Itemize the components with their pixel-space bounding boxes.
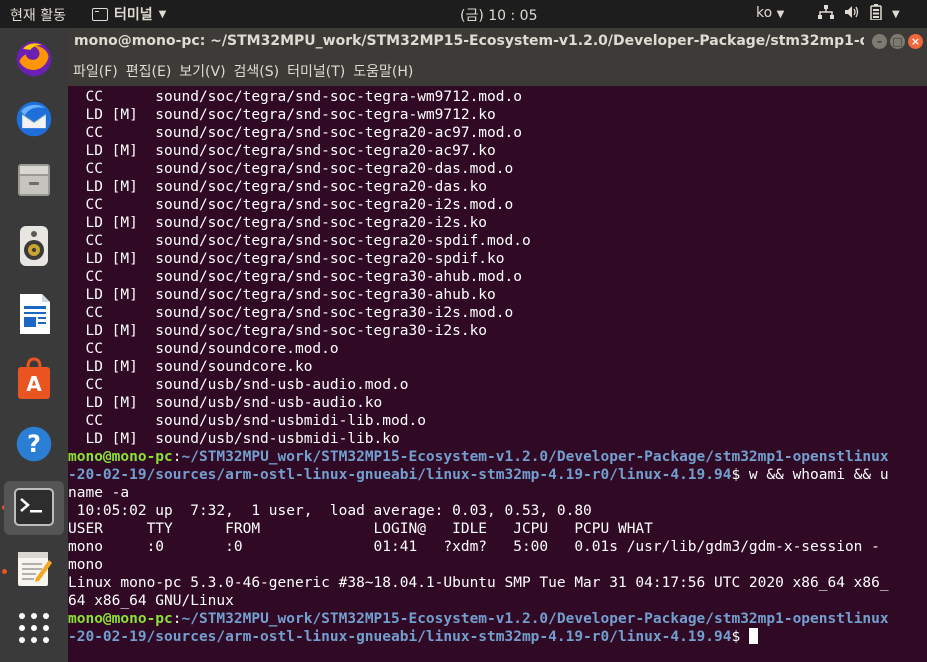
prompt-symbol: $ (731, 629, 749, 645)
terminal-line: CC sound/soc/tegra/snd-soc-tegra20-i2s.m… (68, 197, 514, 213)
window-title: mono@mono-pc: ~/STM32MPU_work/STM32MP15-… (74, 33, 864, 49)
terminal-line: CC sound/soc/tegra/snd-soc-tegra-wm9712.… (68, 89, 522, 105)
running-indicator (2, 569, 7, 574)
terminal-line: LD [M] sound/soc/tegra/snd-soc-tegra20-i… (68, 215, 488, 231)
app-menu[interactable]: 터미널 ▼ (92, 4, 166, 24)
terminal-view[interactable]: CC sound/soc/tegra/snd-soc-tegra-wm9712.… (68, 86, 927, 662)
battery-icon (870, 4, 882, 24)
chevron-down-icon: ▼ (158, 8, 167, 20)
files-icon (14, 160, 54, 200)
terminal-line: LD [M] sound/soc/tegra/snd-soc-tegra30-i… (68, 323, 488, 339)
terminal-line: CC sound/soc/tegra/snd-soc-tegra30-i2s.m… (68, 305, 514, 321)
dock-writer[interactable] (8, 288, 60, 340)
dock-files[interactable] (8, 154, 60, 206)
svg-text:?: ? (27, 430, 41, 458)
menu-terminal[interactable]: 터미널(T) (287, 61, 345, 81)
dock-rhythmbox[interactable] (8, 220, 60, 272)
terminal-line: LD [M] sound/soc/tegra/snd-soc-tegra20-d… (68, 179, 488, 195)
menu-edit[interactable]: 편집(E) (126, 61, 172, 81)
terminal-icon (14, 487, 54, 527)
language-indicator[interactable]: ko ▼ (756, 5, 784, 21)
prompt-separator: : (172, 611, 182, 627)
volume-icon (844, 5, 860, 23)
rhythmbox-icon (14, 226, 54, 266)
output-line: mono :0 :0 01:41 ?xdm? 5:00 0.01s /usr/l… (68, 539, 880, 555)
command-text: $ w && whoami && u (731, 467, 889, 483)
network-icon (818, 5, 834, 23)
activities-button[interactable]: 현재 활동 (10, 5, 66, 25)
output-line: USER TTY FROM LOGIN@ IDLE JCPU PCPU WHAT (68, 521, 653, 537)
menu-bar: 파일(F) 편집(E) 보기(V) 검색(S) 터미널(T) 도움말(H) (68, 56, 927, 86)
terminal-line: CC sound/usb/snd-usb-audio.mod.o (68, 377, 409, 393)
terminal-line: CC sound/soc/tegra/snd-soc-tegra20-das.m… (68, 161, 514, 177)
terminal-line: CC sound/soc/tegra/snd-soc-tegra20-spdif… (68, 233, 531, 249)
svg-text:A: A (26, 372, 42, 396)
firefox-icon (14, 38, 54, 78)
output-line: Linux mono-pc 5.3.0-46-generic #38~18.04… (68, 575, 889, 591)
terminal-line: LD [M] sound/soc/tegra/snd-soc-tegra-wm9… (68, 107, 496, 123)
prompt-user: mono@mono-pc (68, 449, 173, 465)
terminal-line: CC sound/usb/snd-usbmidi-lib.mod.o (68, 413, 426, 429)
terminal-line: CC sound/soundcore.mod.o (68, 341, 339, 357)
prompt-line: -20-02-19/sources/arm-ostl-linux-gnueabi… (68, 628, 758, 646)
dock: A ? (0, 28, 68, 662)
system-tray[interactable]: ▼ (818, 4, 900, 24)
writer-icon (14, 294, 54, 334)
menu-help[interactable]: 도움말(H) (353, 61, 413, 81)
prompt-path: ~/STM32MPU_work/STM32MP15-Ecosystem-v1.2… (181, 449, 889, 465)
output-line: 10:05:02 up 7:32, 1 user, load average: … (68, 503, 592, 519)
terminal-line: LD [M] sound/soc/tegra/snd-soc-tegra20-s… (68, 251, 505, 267)
top-panel: 현재 활동 터미널 ▼ (금) 10 : 05 ko ▼ ▼ (0, 0, 927, 28)
menu-view[interactable]: 보기(V) (179, 61, 225, 81)
window-titlebar[interactable]: mono@mono-pc: ~/STM32MPU_work/STM32MP15-… (68, 28, 927, 56)
output-line: 64 x86_64 GNU/Linux (68, 593, 234, 609)
prompt-line: -20-02-19/sources/arm-ostl-linux-gnueabi… (68, 466, 889, 484)
text-cursor (748, 628, 758, 644)
dock-terminal[interactable] (4, 481, 64, 535)
terminal-line: LD [M] sound/usb/snd-usb-audio.ko (68, 395, 383, 411)
prompt-path: -20-02-19/sources/arm-ostl-linux-gnueabi… (68, 467, 732, 483)
terminal-line: CC sound/soc/tegra/snd-soc-tegra30-ahub.… (68, 269, 522, 285)
terminal-line: LD [M] sound/soc/tegra/snd-soc-tegra30-a… (68, 287, 496, 303)
app-name: 터미널 (114, 7, 153, 23)
prompt-path: ~/STM32MPU_work/STM32MP15-Ecosystem-v1.2… (181, 611, 889, 627)
chevron-down-icon: ▼ (892, 8, 900, 20)
command-line: name -a (68, 485, 130, 501)
window-controls: – □ × (872, 34, 923, 49)
text-editor-icon (14, 548, 54, 588)
help-icon: ? (14, 424, 54, 464)
dock-firefox[interactable] (8, 32, 60, 84)
terminal-small-icon (92, 7, 108, 21)
thunderbird-icon (14, 99, 54, 139)
chevron-down-icon: ▼ (776, 9, 785, 20)
terminal-line: LD [M] sound/usb/snd-usbmidi-lib.ko (68, 431, 400, 447)
language-label: ko (756, 5, 773, 21)
app-grid-icon (14, 608, 54, 648)
prompt-separator: : (172, 449, 182, 465)
maximize-button[interactable]: □ (890, 34, 905, 49)
prompt-line: mono@mono-pc:~/STM32MPU_work/STM32MP15-E… (68, 610, 889, 628)
menu-search[interactable]: 검색(S) (234, 61, 280, 81)
close-button[interactable]: × (908, 34, 923, 49)
terminal-line: CC sound/soc/tegra/snd-soc-tegra20-ac97.… (68, 125, 522, 141)
dock-software[interactable]: A (8, 353, 60, 405)
output-line: mono (68, 557, 103, 573)
prompt-line: mono@mono-pc:~/STM32MPU_work/STM32MP15-E… (68, 448, 889, 466)
minimize-button[interactable]: – (872, 34, 887, 49)
terminal-line: LD [M] sound/soc/tegra/snd-soc-tegra20-a… (68, 143, 496, 159)
dock-text-editor[interactable] (8, 542, 60, 594)
software-icon: A (14, 357, 54, 399)
clock[interactable]: (금) 10 : 05 (460, 5, 538, 25)
prompt-user: mono@mono-pc (68, 611, 173, 627)
prompt-path: -20-02-19/sources/arm-ostl-linux-gnueabi… (68, 629, 732, 645)
dock-thunderbird[interactable] (8, 93, 60, 145)
dock-show-apps[interactable] (8, 602, 60, 654)
menu-file[interactable]: 파일(F) (73, 61, 118, 81)
terminal-line: LD [M] sound/soundcore.ko (68, 359, 313, 375)
dock-help[interactable]: ? (8, 418, 60, 470)
